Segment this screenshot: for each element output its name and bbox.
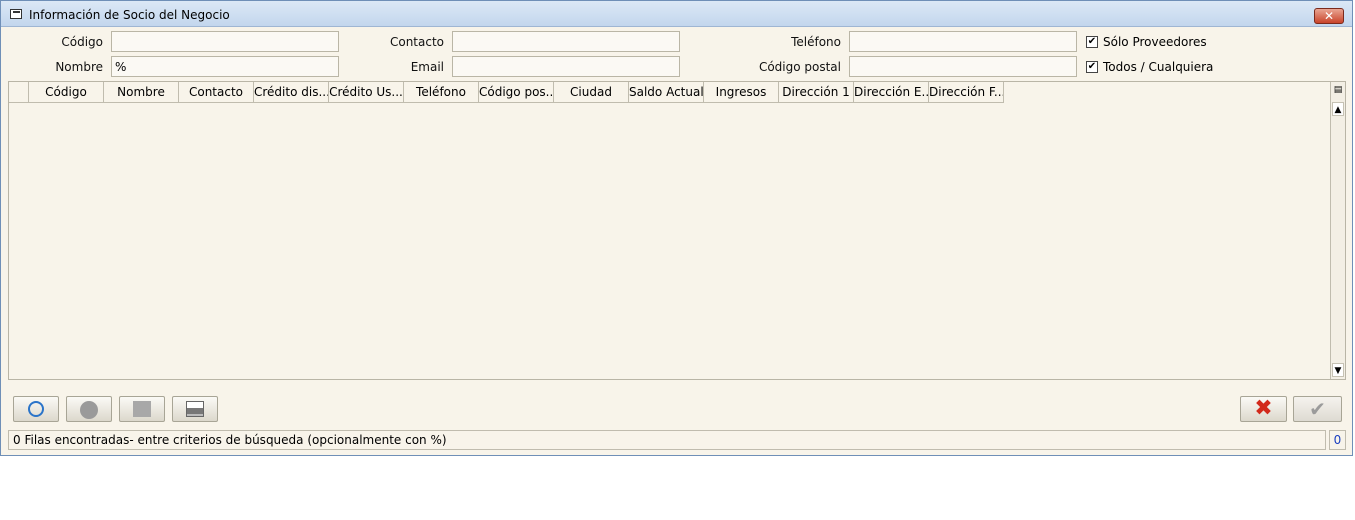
solo-proveedores-label: Sólo Proveedores xyxy=(1103,35,1207,49)
column-header[interactable]: Dirección E... xyxy=(854,82,929,103)
codigo-input[interactable] xyxy=(111,31,339,52)
column-header[interactable]: Teléfono xyxy=(404,82,479,103)
results-table[interactable]: Código Nombre Contacto Crédito dis... Crédit… xyxy=(8,81,1346,380)
ok-button[interactable]: ✔ xyxy=(1293,396,1342,422)
business-partner-info-window: Información de Socio del Negocio ✕ Códig… xyxy=(0,0,1353,456)
refresh-icon xyxy=(28,401,44,417)
column-header[interactable]: Dirección F... xyxy=(929,82,1004,103)
refresh-button[interactable] xyxy=(13,396,59,422)
telefono-input[interactable] xyxy=(849,31,1077,52)
solo-proveedores-checkbox[interactable]: ✔ xyxy=(1086,36,1098,48)
column-header[interactable]: Código xyxy=(29,82,104,103)
document-search-button[interactable] xyxy=(119,396,165,422)
todos-cualquiera-label: Todos / Cualquiera xyxy=(1103,60,1214,74)
column-header[interactable]: Ingresos xyxy=(704,82,779,103)
nombre-input[interactable] xyxy=(111,56,339,77)
zoom-icon xyxy=(80,401,98,419)
title-bar: Información de Socio del Negocio ✕ xyxy=(1,1,1352,27)
document-search-icon xyxy=(133,401,151,417)
scroll-up-icon[interactable]: ▲ xyxy=(1332,102,1344,116)
email-label: Email xyxy=(410,60,444,74)
column-menu-icon[interactable]: ▤ xyxy=(1332,83,1344,97)
print-button[interactable] xyxy=(172,396,218,422)
row-selector-header[interactable] xyxy=(9,82,29,103)
status-row-count: 0 xyxy=(1329,430,1346,450)
telefono-label: Teléfono xyxy=(791,35,841,49)
email-input[interactable] xyxy=(452,56,680,77)
cancel-button[interactable]: ✖ xyxy=(1240,396,1287,422)
column-header[interactable]: Contacto xyxy=(179,82,254,103)
column-header[interactable]: Saldo Actual xyxy=(629,82,704,103)
window-title: Información de Socio del Negocio xyxy=(29,8,230,22)
codigo-postal-input[interactable] xyxy=(849,56,1077,77)
column-header[interactable]: Nombre xyxy=(104,82,179,103)
status-message: 0 Filas encontradas- entre criterios de … xyxy=(8,430,1326,450)
contacto-input[interactable] xyxy=(452,31,680,52)
todos-cualquiera-checkbox[interactable]: ✔ xyxy=(1086,61,1098,73)
codigo-label: Código xyxy=(61,35,103,49)
table-header: Código Nombre Contacto Crédito dis... Crédit… xyxy=(9,82,1004,103)
column-header[interactable]: Crédito Us... xyxy=(329,82,404,103)
print-icon xyxy=(186,401,204,417)
column-header[interactable]: Crédito dis... xyxy=(254,82,329,103)
column-header[interactable]: Código pos... xyxy=(479,82,554,103)
nombre-label: Nombre xyxy=(55,60,103,74)
window-icon xyxy=(10,9,22,19)
column-header[interactable]: Dirección 1 xyxy=(779,82,854,103)
close-button[interactable]: ✕ xyxy=(1314,8,1344,24)
vertical-scrollbar[interactable]: ▤ ▲ ▼ xyxy=(1330,82,1345,379)
codigo-postal-label: Código postal xyxy=(758,60,841,74)
scroll-down-icon[interactable]: ▼ xyxy=(1332,363,1344,377)
zoom-button[interactable] xyxy=(66,396,112,422)
contacto-label: Contacto xyxy=(389,35,444,49)
column-header[interactable]: Ciudad xyxy=(554,82,629,103)
